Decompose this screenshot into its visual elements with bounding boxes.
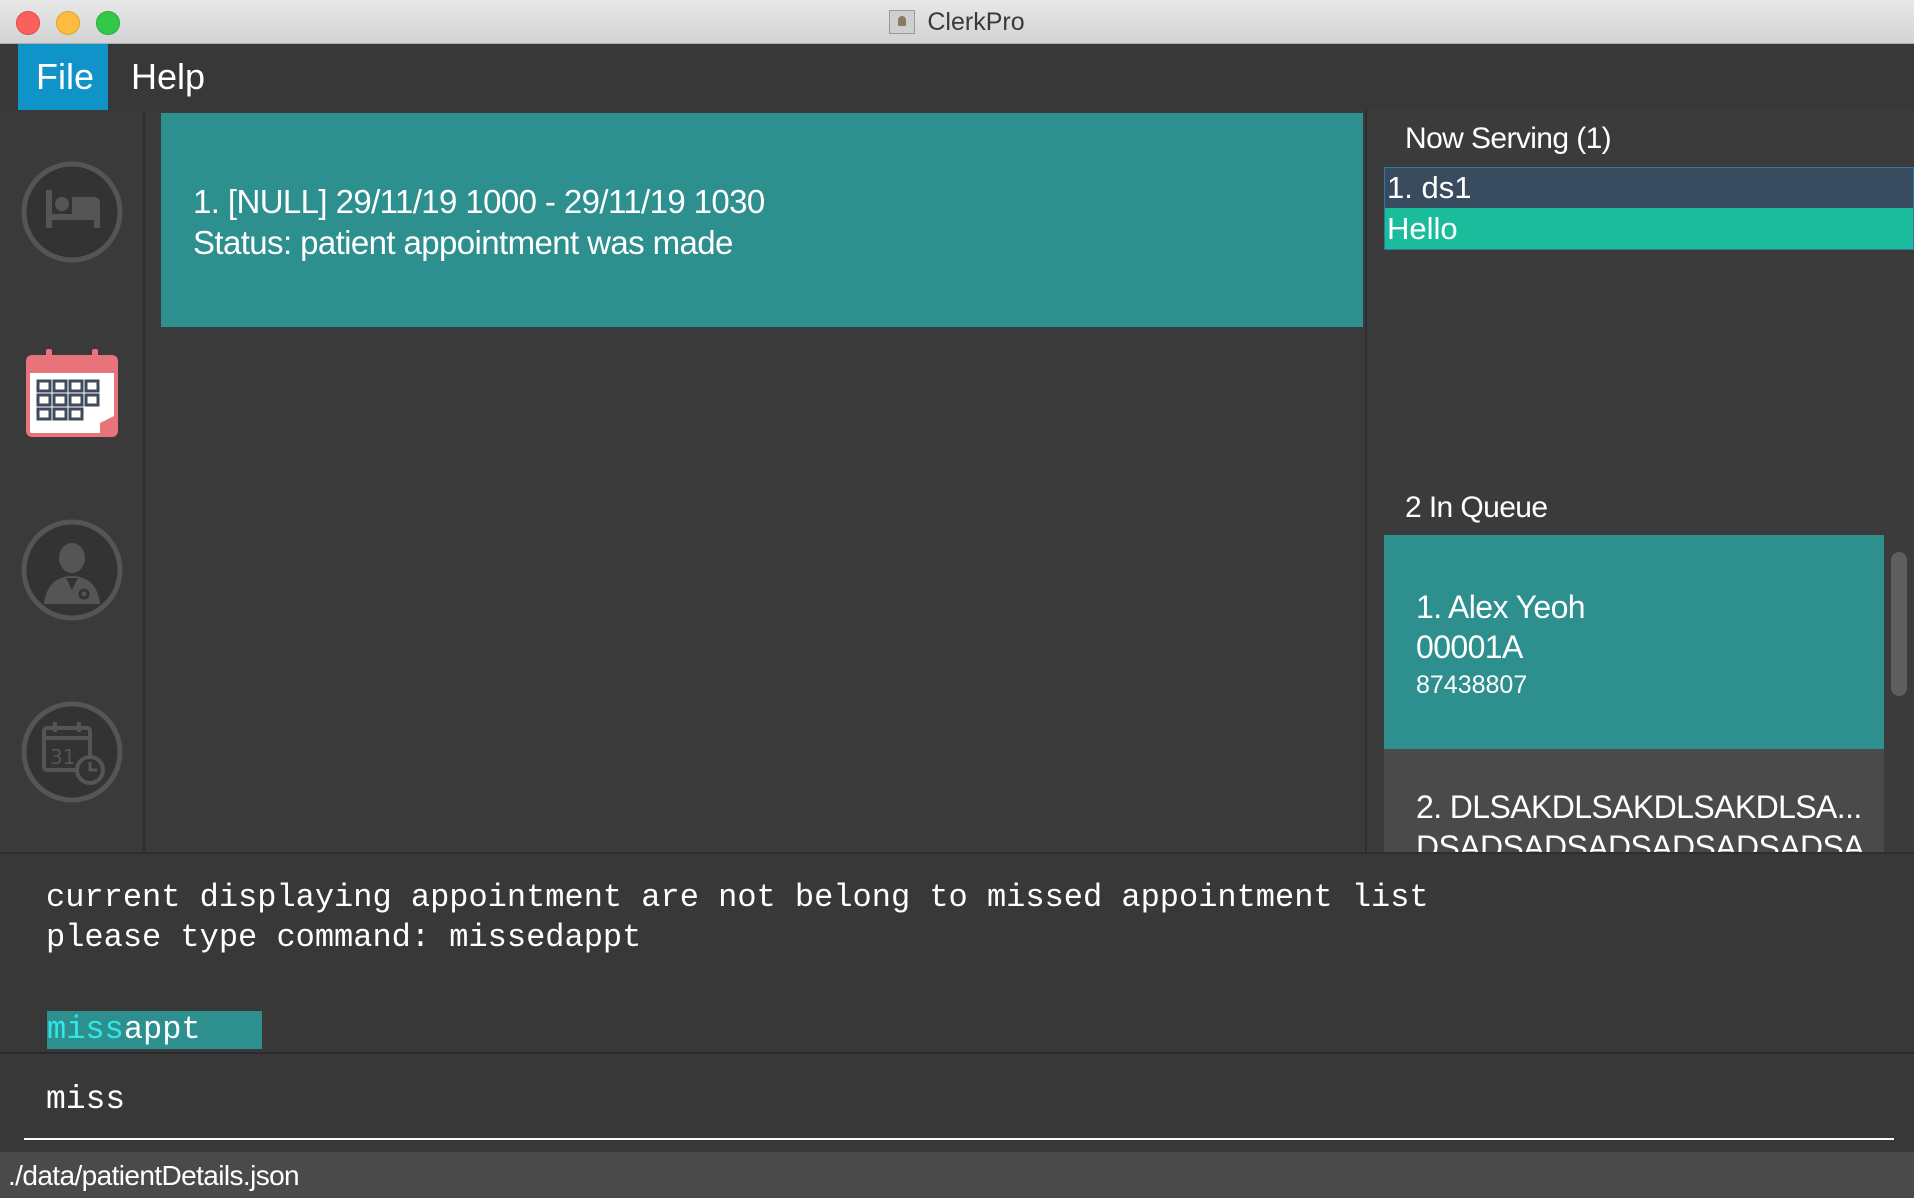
appointment-list-panel: 1. [NULL] 29/11/19 1000 - 29/11/19 1030 … xyxy=(145,110,1365,852)
list-item-selected[interactable]: Hello xyxy=(1385,208,1913,249)
title-bar: ClerkPro xyxy=(0,0,1914,44)
queue-panel: Now Serving (1) 1. ds1 Hello 2 In Queue … xyxy=(1367,110,1914,852)
scrollbar-thumb[interactable] xyxy=(1891,552,1907,696)
calendar-icon[interactable] xyxy=(22,345,122,445)
patient-name: 1. Alex Yeoh xyxy=(1416,589,1586,625)
appointment-card[interactable]: 1. [NULL] 29/11/19 1000 - 29/11/19 1030 … xyxy=(161,113,1363,327)
patient-phone: 87438807 xyxy=(1416,671,1528,699)
bed-icon[interactable] xyxy=(20,160,124,264)
sidebar: 31 xyxy=(0,110,145,852)
queue-scrollbar[interactable] xyxy=(1889,542,1909,842)
data-file-path: ./data/patientDetails.json xyxy=(8,1160,300,1191)
window-title: ClerkPro xyxy=(927,7,1025,36)
command-input[interactable] xyxy=(24,1060,1894,1140)
status-bar: ./data/patientDetails.json xyxy=(0,1152,1914,1198)
result-display: current displaying appointment are not b… xyxy=(0,852,1914,1052)
appointment-time: 1. [NULL] 29/11/19 1000 - 29/11/19 1030 xyxy=(193,183,765,220)
now-serving-list: 1. ds1 Hello xyxy=(1384,167,1914,250)
appointment-status: Status: patient appointment was made xyxy=(193,224,733,261)
command-box xyxy=(0,1052,1914,1152)
now-serving-title: Now Serving (1) xyxy=(1405,122,1612,155)
missed-calendar-icon[interactable]: 31 xyxy=(20,700,124,804)
doctor-icon[interactable] xyxy=(20,518,124,622)
patient-id: DSADSADSADSADSADSADSA xyxy=(1416,829,1865,852)
result-message: current displaying appointment are not b… xyxy=(46,879,1429,956)
autocomplete-suggestion[interactable]: missappt xyxy=(47,1011,262,1049)
queue-card[interactable]: 1. Alex Yeoh 00001A 87438807 xyxy=(1384,535,1884,749)
svg-text:31: 31 xyxy=(50,745,75,769)
menu-help[interactable]: Help xyxy=(113,44,223,110)
queue-title: 2 In Queue xyxy=(1405,491,1548,524)
patient-name: 2. DLSAKDLSAKDLSAKDLSA... xyxy=(1416,789,1862,825)
suggestion-match: miss xyxy=(47,1011,124,1048)
list-item[interactable]: 1. ds1 xyxy=(1385,168,1913,208)
suggestion-rest: appt xyxy=(123,1011,201,1048)
menu-bar: File Help xyxy=(0,44,1914,110)
patient-id: 00001A xyxy=(1416,629,1523,665)
app-icon xyxy=(889,10,916,34)
queue-card[interactable]: 2. DLSAKDLSAKDLSAKDLSA... DSADSADSADSADS… xyxy=(1384,749,1884,852)
menu-file[interactable]: File xyxy=(18,44,108,110)
